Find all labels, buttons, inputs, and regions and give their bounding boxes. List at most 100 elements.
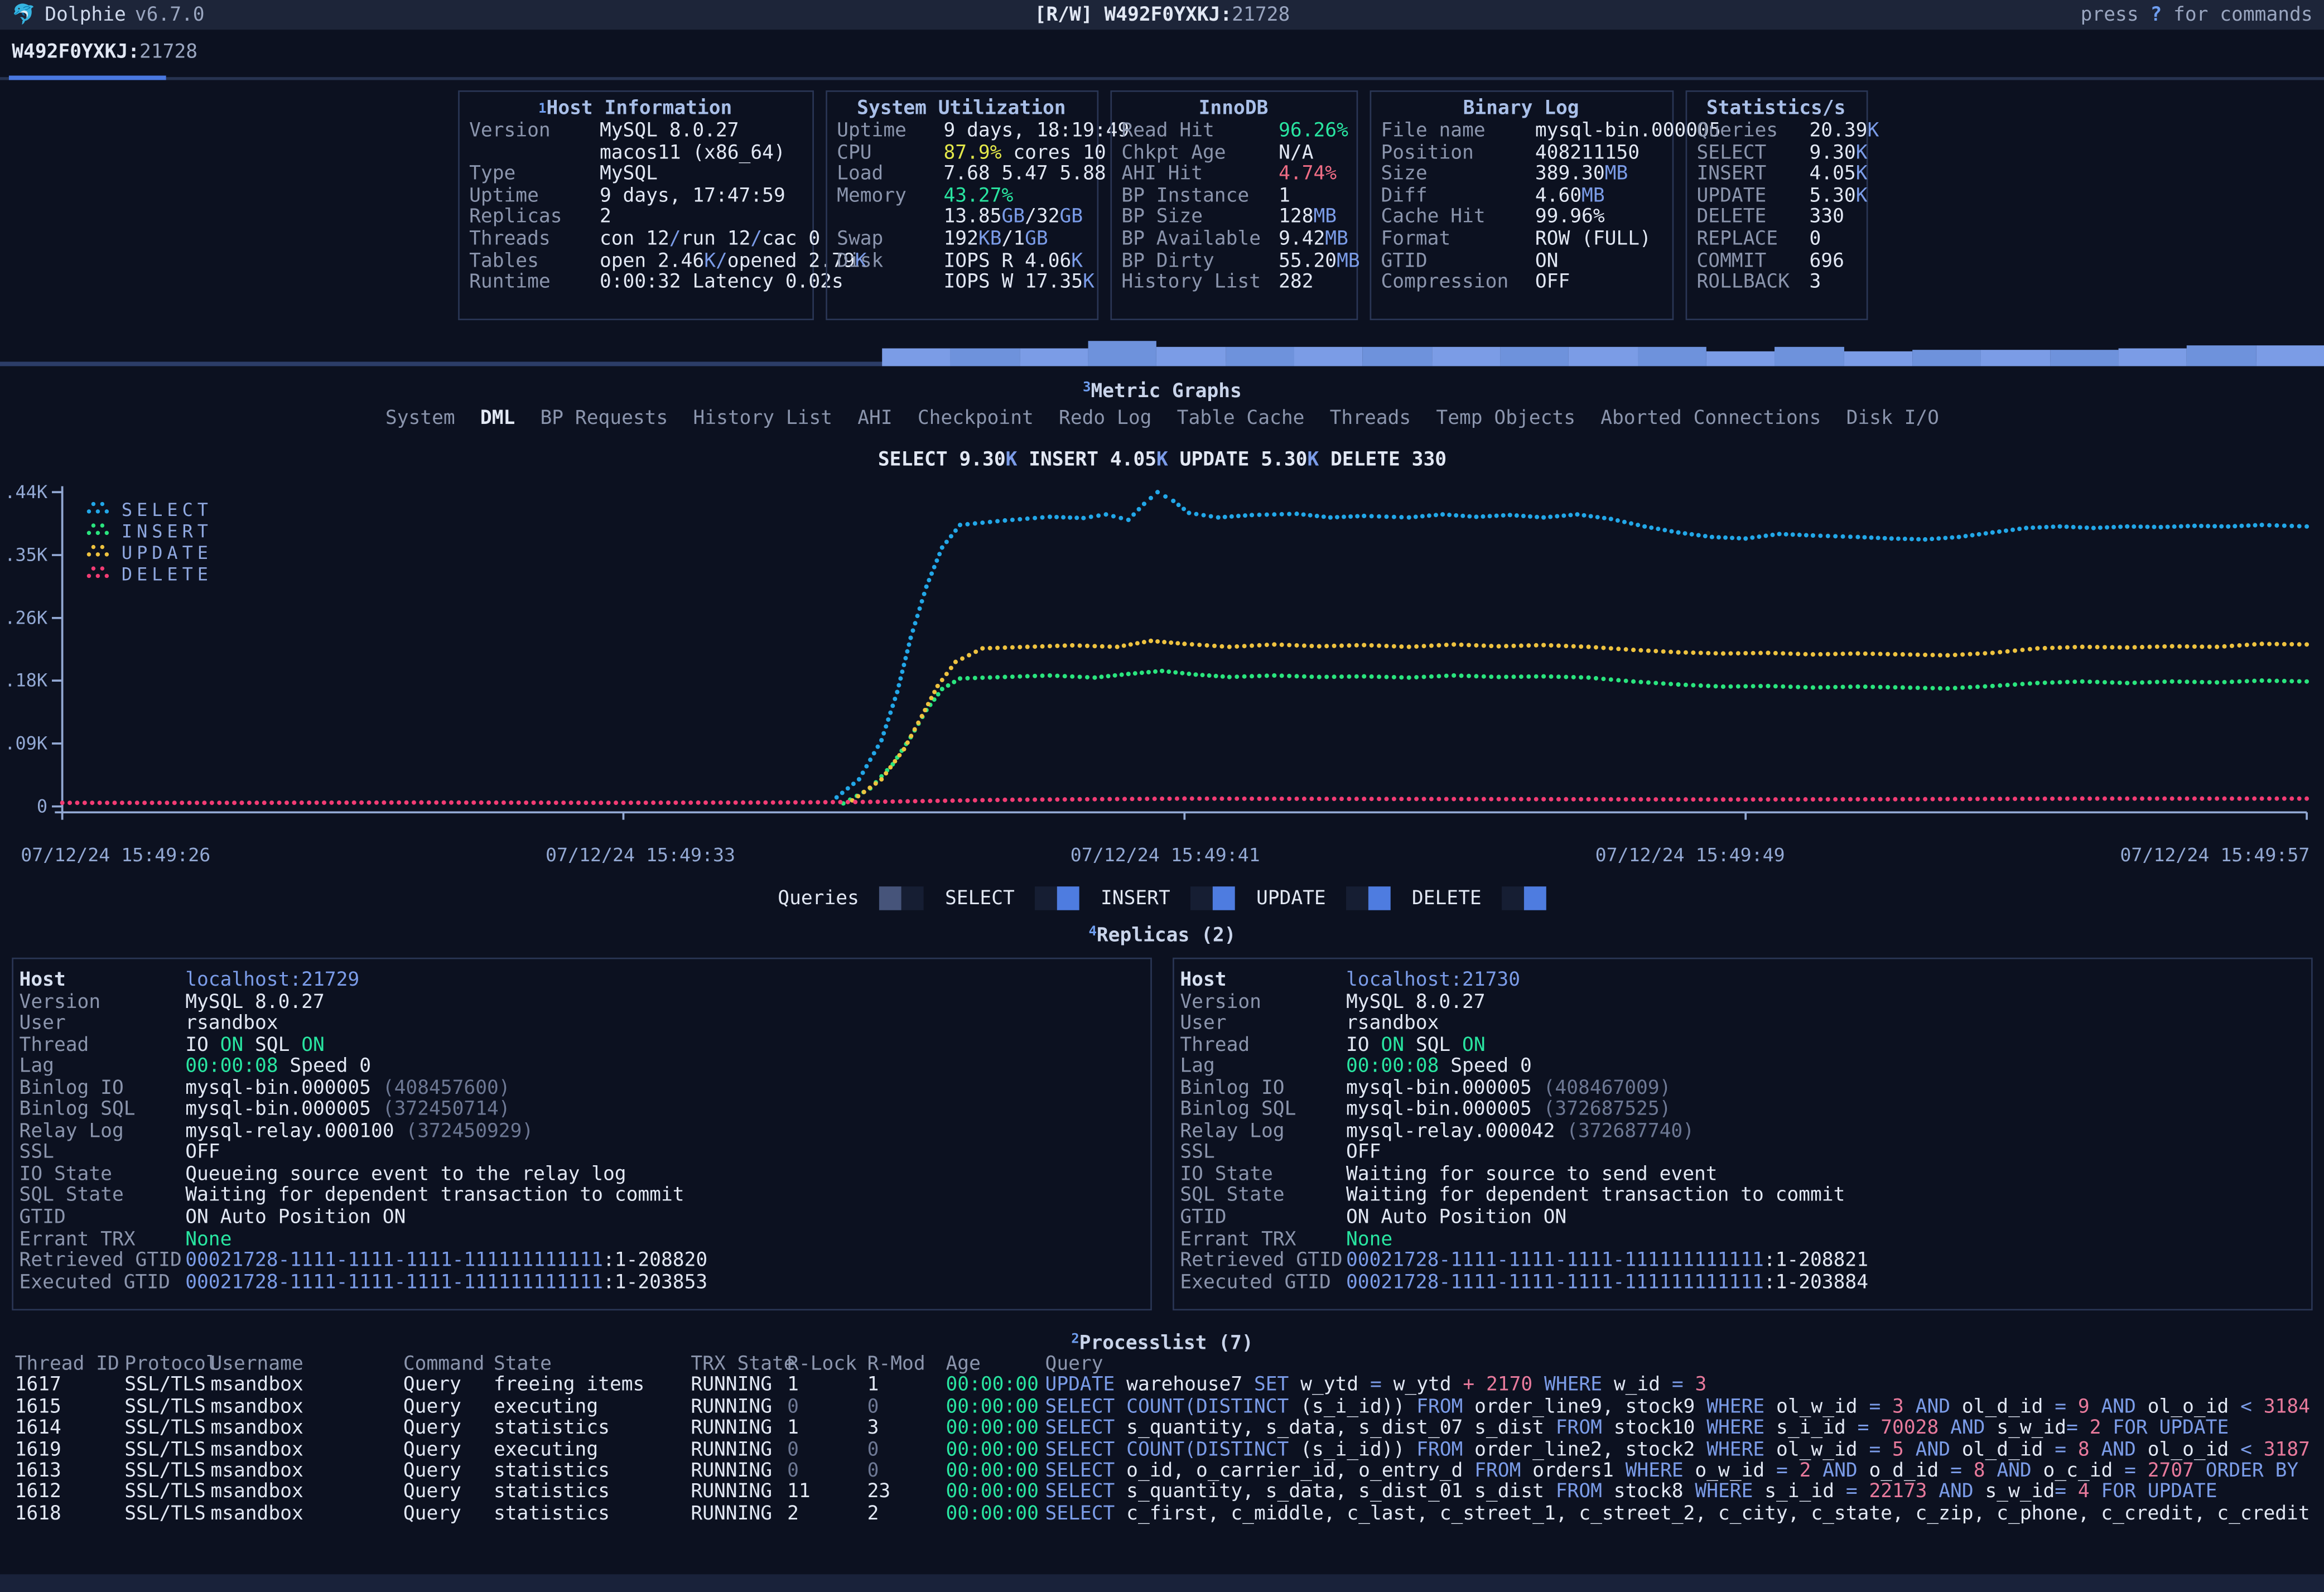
processlist-row[interactable]: 1615SSL/TLSmsandboxQueryexecutingRUNNING… [15,1398,2310,1419]
query-text: UPDATE warehouse7 SET w_ytd = w_ytd + 21… [1045,1376,2310,1397]
panel-row: Replicas2 [459,208,811,230]
column-header-r-lock: R-Lock [787,1355,867,1376]
sparkline-bar [1226,347,1294,366]
panel-title: 1Host Information [459,98,811,122]
metric-tab-checkpoint[interactable]: Checkpoint [918,408,1034,430]
svg-text:8.35K: 8.35K [6,544,48,566]
help-key: ? [2150,4,2162,26]
panel-row: BP Available9.42MB [1111,230,1356,252]
panel-row: Diff4.60MB [1371,186,1671,208]
panel-row: GTIDON [1371,252,1671,273]
sparkline-bar [1912,350,1981,366]
replica-row: Errant TRXNone [1174,1230,2311,1252]
replica-row: Binlog IOmysql-bin.000005 (408467009) [1174,1079,2311,1101]
replica-row: Errant TRXNone [13,1230,1150,1252]
toggle-insert[interactable] [1191,886,1236,910]
metric-tab-redo-log[interactable]: Redo Log [1059,408,1151,430]
sparkline-bar [882,349,951,366]
panel-row: Tablesopen 2.46K/opened 2.79K [459,252,811,273]
x-axis-label: 07/12/24 15:49:57 [2120,843,2309,866]
processlist-row[interactable]: 1612SSL/TLSmsandboxQuerystatisticsRUNNIN… [15,1483,2310,1504]
panel-title: Binary Log [1371,98,1671,122]
dolphie-screen: 🐬 Dolphie v6.7.0 [R/W] W492F0YXKJ:21728 … [0,0,2324,1592]
metric-tab-aborted-connections[interactable]: Aborted Connections [1600,408,1821,430]
panel-row: Read Hit96.26% [1111,122,1356,143]
replica-row: Hostlocalhost:21729 [13,971,1150,993]
metric-tab-system[interactable]: System [385,408,455,430]
panel-row: Memory43.27% [827,186,1097,208]
hotkey-2: 2 [1071,1333,1079,1348]
sparkline-bar [1844,351,1912,366]
toggle-select[interactable] [1035,886,1080,910]
app-title: 🐬 Dolphie v6.7.0 [12,4,779,26]
column-header-r-mod: R-Mod [867,1355,946,1376]
replica-row: Hostlocalhost:21730 [1174,971,2311,993]
panel-row: DELETE330 [1686,208,1866,230]
toggle-queries[interactable] [880,886,924,910]
processlist-title: 2Processlist (7) [15,1333,2310,1355]
replica-row: Relay Logmysql-relay.000100 (372450929) [13,1122,1150,1144]
column-header-state: State [494,1355,691,1376]
replica-row: ThreadIO ON SQL ON [1174,1036,2311,1058]
replica-row: IO StateWaiting for source to send event [1174,1165,2311,1187]
svg-text:6.26K: 6.26K [6,607,48,628]
metric-tab-history-list[interactable]: History List [693,408,832,430]
dashboard-panels: 1Host InformationVersionMySQL 8.0.27maco… [0,90,2324,320]
chart-current-values: SELECT 9.30K INSERT 4.05K UPDATE 5.30K D… [0,449,2324,471]
dml-chart-canvas: 02.09K4.18K6.26K8.35K10.44KSELECTINSERTU… [6,477,2319,836]
panel-row: COMMIT696 [1686,252,1866,273]
metric-tab-disk-i-o[interactable]: Disk I/O [1846,408,1939,430]
sparkline-bar [2256,345,2324,366]
processlist-row[interactable]: 1614SSL/TLSmsandboxQuerystatisticsRUNNIN… [15,1419,2310,1440]
replica-row: Retrieved GTID00021728-1111-1111-1111-11… [13,1251,1150,1273]
panel-innodb: InnoDBRead Hit96.26%Chkpt AgeN/AAHI Hit4… [1110,90,1357,320]
metric-tab-threads[interactable]: Threads [1330,408,1411,430]
metric-tab-bp-requests[interactable]: BP Requests [540,408,668,430]
sparkline-bar [1569,347,1637,366]
replica-row: SQL StateWaiting for dependent transacti… [1174,1186,2311,1208]
queries-sparkline [0,340,2324,366]
svg-text:SELECT: SELECT [122,499,213,520]
toggle-label-insert: INSERT [1101,887,1170,910]
tab-active-underline [9,76,166,80]
processlist-row[interactable]: 1619SSL/TLSmsandboxQueryexecutingRUNNING… [15,1440,2310,1461]
toggle-label-queries: Queries [778,887,859,910]
processlist-row[interactable]: 1617SSL/TLSmsandboxQueryfreeing itemsRUN… [15,1376,2310,1397]
panel-binary-log: Binary LogFile namemysql-bin.000005Posit… [1369,90,1673,320]
metric-tab-temp-objects[interactable]: Temp Objects [1436,408,1575,430]
replica-row: Lag00:00:08 Speed 0 [1174,1057,2311,1079]
toggle-delete[interactable] [1502,886,1547,910]
tab-rule [0,77,2324,80]
svg-text:10.44K: 10.44K [6,481,48,503]
metric-tab-table-cache[interactable]: Table Cache [1177,408,1305,430]
bottom-bar [0,1574,2324,1592]
query-text: SELECT c_first, c_middle, c_last, c_stre… [1045,1504,2310,1526]
replica-row: Binlog IOmysql-bin.000005 (408457600) [13,1079,1150,1101]
panel-row: History List282 [1111,273,1356,295]
column-header-age: Age [946,1355,1045,1376]
chart-x-axis-labels: 07/12/24 15:49:2607/12/24 15:49:3307/12/… [21,843,2309,866]
toggle-label-update: UPDATE [1256,887,1326,910]
processlist-row[interactable]: 1613SSL/TLSmsandboxQuerystatisticsRUNNIN… [15,1461,2310,1483]
column-header-query: Query [1045,1355,2310,1376]
query-text: SELECT s_quantity, s_data, s_dist_07 s_d… [1045,1419,2310,1440]
help-hint: press ? for commands [1546,4,2313,26]
processlist-row[interactable]: 1618SSL/TLSmsandboxQuerystatisticsRUNNIN… [15,1504,2310,1526]
x-axis-label: 07/12/24 15:49:41 [1071,843,1260,866]
metric-tab-ahi[interactable]: AHI [857,408,892,430]
toggle-update[interactable] [1347,886,1391,910]
column-header-command: Command [403,1355,494,1376]
metric-tab-dml[interactable]: DML [480,408,515,430]
sparkline-bar [1637,347,1706,366]
host-tab[interactable]: W492F0YXKJ:21728 [12,41,197,64]
column-header-username: Username [210,1355,403,1376]
panel-title: System Utilization [827,98,1097,122]
panel-row: BP Dirty55.20MB [1111,252,1356,273]
column-header-protocol: Protocol [124,1355,210,1376]
replica-panel-2: Hostlocalhost:21730VersionMySQL 8.0.27Us… [1173,958,2313,1310]
replica-row: Lag00:00:08 Speed 0 [13,1057,1150,1079]
tab-bar: W492F0YXKJ:21728 [0,30,2324,84]
replica-row: SSLOFF [1174,1144,2311,1165]
replica-row: Userrsandbox [13,1014,1150,1036]
query-text: SELECT o_id, o_carrier_id, o_entry_d FRO… [1045,1461,2310,1483]
